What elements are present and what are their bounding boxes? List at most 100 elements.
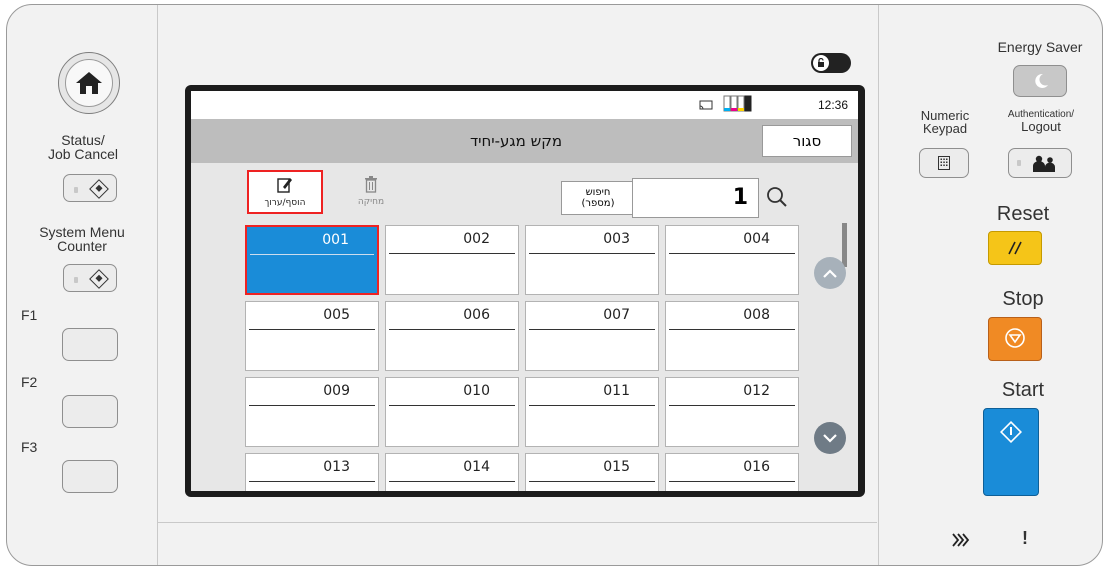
delete-button[interactable]: מחיקה [341,172,401,214]
edit-icon [277,178,292,193]
status-led [74,187,78,193]
screen-header: מקש מגע-יחיד סגור [191,119,858,163]
one-touch-key-002[interactable]: 002 [385,225,519,295]
numeric-keypad-label: Numeric Keypad [920,108,970,136]
numeric-keypad-button[interactable] [919,148,969,178]
f2-button[interactable] [62,395,118,428]
key-separator [249,481,375,482]
one-touch-key-007[interactable]: 007 [525,301,659,371]
key-separator [669,481,795,482]
energy-saver-label: Energy Saver [997,39,1083,55]
authentication-logout-button[interactable] [1008,148,1072,178]
key-separator [669,329,795,330]
key-number: 005 [323,307,350,323]
key-separator [529,481,655,482]
search-label-line-1: חיפוש [585,187,611,198]
search-number-field[interactable]: 1 [632,178,759,218]
chevron-down-icon [823,433,837,443]
lock-toggle[interactable] [811,53,851,73]
stop-label: Stop [1002,288,1044,310]
key-number: 015 [603,459,630,475]
one-touch-key-006[interactable]: 006 [385,301,519,371]
one-touch-key-004[interactable]: 004 [665,225,799,295]
trash-icon [365,176,377,193]
stop-button[interactable] [988,317,1042,361]
one-touch-key-015[interactable]: 015 [525,453,659,491]
system-menu-led [74,277,78,283]
search-label-line-2: (מספר) [581,198,615,209]
one-touch-key-005[interactable]: 005 [245,301,379,371]
start-button[interactable] [983,408,1039,496]
one-touch-key-016[interactable]: 016 [665,453,799,491]
status-label: Status/ Job Cancel [47,132,119,162]
key-number: 016 [743,459,770,475]
key-number: 010 [463,383,490,399]
diamond-icon [89,269,109,289]
f3-button[interactable] [62,460,118,493]
search-by-number-button[interactable]: חיפוש (מספר) [561,181,635,215]
start-icon [1000,421,1022,443]
touch-screen-bezel: 12:36 מקש מגע-יחיד סגור הוסף/ערוך מחיקה … [185,85,865,497]
delete-label: מחיקה [357,197,385,207]
stop-icon [1005,328,1025,348]
key-separator [389,253,515,254]
system-menu-label: System Menu Counter [39,224,125,254]
one-touch-key-010[interactable]: 010 [385,377,519,447]
key-number: 011 [603,383,630,399]
one-touch-key-003[interactable]: 003 [525,225,659,295]
key-separator [249,405,375,406]
scroll-up-button[interactable] [814,257,846,289]
one-touch-key-009[interactable]: 009 [245,377,379,447]
home-button[interactable] [58,52,120,114]
reset-button[interactable] [988,231,1042,265]
authentication-logout-label: Authentication/ Logout [1007,109,1075,134]
key-number: 013 [323,459,350,475]
key-number: 006 [463,307,490,323]
scrollbar-thumb[interactable] [842,223,847,267]
one-touch-key-001[interactable]: 001 [245,225,379,295]
authentication-led [1017,160,1021,166]
key-separator [389,405,515,406]
diamond-icon [89,179,109,199]
key-number: 004 [743,231,770,247]
key-separator [249,329,375,330]
key-number: 009 [323,383,350,399]
right-panel-divider [878,5,879,565]
add-edit-button[interactable]: הוסף/ערוך [247,170,323,214]
key-separator [389,481,515,482]
one-touch-key-011[interactable]: 011 [525,377,659,447]
search-icon[interactable] [766,186,788,208]
f3-label: F3 [21,439,38,455]
close-button[interactable]: סגור [762,125,852,157]
cast-icon [699,100,713,110]
one-touch-key-008[interactable]: 008 [665,301,799,371]
energy-saver-button[interactable] [1013,65,1067,97]
attention-indicator: ! [1022,528,1028,548]
key-number: 014 [463,459,490,475]
chevron-up-icon [823,268,837,278]
reset-icon [1008,241,1022,255]
f1-button[interactable] [62,328,118,361]
left-panel-divider [157,5,158,565]
toner-level-icon [723,95,752,112]
key-separator [529,329,655,330]
printer-control-panel: Status/ Job Cancel System Menu Counter F… [6,4,1103,566]
status-bar: 12:36 [191,91,858,119]
one-touch-key-013[interactable]: 013 [245,453,379,491]
key-separator [389,329,515,330]
users-icon [1033,155,1055,172]
one-touch-key-012[interactable]: 012 [665,377,799,447]
system-menu-counter-button[interactable] [63,264,117,292]
one-touch-key-014[interactable]: 014 [385,453,519,491]
add-edit-label: הוסף/ערוך [264,198,306,208]
scroll-down-button[interactable] [814,422,846,454]
clock: 12:36 [817,98,848,112]
status-job-cancel-button[interactable] [63,174,117,202]
key-separator [250,254,374,255]
start-label: Start [1001,379,1045,401]
key-separator [529,405,655,406]
page-title: מקש מגע-יחיד [469,132,563,150]
reset-label: Reset [996,203,1050,225]
f2-label: F2 [21,374,38,390]
moon-icon [1035,73,1048,88]
